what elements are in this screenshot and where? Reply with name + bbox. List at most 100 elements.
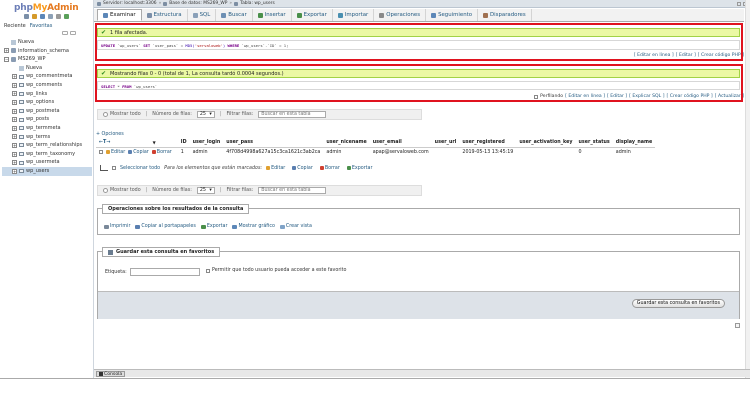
display-chart-link[interactable]: Mostrar gráfico <box>232 224 275 229</box>
logout-icon[interactable] <box>32 14 37 19</box>
profiling-toggle[interactable]: Perfilando <box>534 94 563 99</box>
bulk-delete-button[interactable]: Borrar <box>319 166 340 171</box>
tab-seguimiento[interactable]: Seguimiento <box>426 9 479 21</box>
expand-icon[interactable]: + <box>12 125 17 131</box>
edit-link[interactable]: [ Editar ] <box>676 53 696 58</box>
bulk-copy-button[interactable]: Copiar <box>292 166 313 171</box>
tree-item[interactable]: + wp_termmeta <box>2 124 92 133</box>
bulk-export-button[interactable]: Exportar <box>346 166 372 171</box>
inline-edit-link[interactable]: [ Editar en línea ] <box>565 94 605 99</box>
expand-icon[interactable]: + <box>12 108 17 114</box>
row-editar-button[interactable]: Editar <box>106 150 125 155</box>
tree-item[interactable]: + wp_links <box>2 90 92 99</box>
rows-select[interactable]: 25 ▾ <box>196 111 215 118</box>
tab-operaciones[interactable]: Operaciones <box>374 9 427 21</box>
tree-item[interactable]: + wp_posts <box>2 115 92 124</box>
tab-sql[interactable]: SQL <box>188 9 217 21</box>
show-all-checkbox[interactable] <box>103 112 108 117</box>
cell-user-email[interactable]: apap@servaloweb.com <box>369 147 432 158</box>
cell-user-status[interactable]: 0 <box>575 147 613 158</box>
expand-icon[interactable]: + <box>12 151 17 157</box>
expand-icon[interactable]: + <box>12 160 17 166</box>
inline-edit-link[interactable]: [ Editar en línea ] <box>634 53 674 58</box>
phpmyadmin-logo[interactable]: phpMyAdmin <box>14 3 79 13</box>
expand-icon[interactable]: + <box>12 91 17 97</box>
help-icon[interactable] <box>40 14 45 19</box>
expand-icon[interactable]: − <box>4 56 9 62</box>
nav-tab-recent[interactable]: Reciente <box>4 23 26 29</box>
tree-item[interactable]: + wp_terms <box>2 133 92 142</box>
tree-item[interactable]: Nueva <box>2 64 92 73</box>
column-header-user-pass[interactable]: user_pass <box>223 138 324 148</box>
home-icon[interactable] <box>24 14 29 19</box>
tree-item[interactable]: + wp_commentmeta <box>2 72 92 81</box>
expand-icon[interactable]: + <box>12 99 17 105</box>
breadcrumb-table[interactable]: Tabla: wp_users <box>240 1 275 6</box>
select-all-label[interactable]: Seleccionar todo <box>120 166 160 171</box>
expand-icon[interactable]: + <box>4 48 9 54</box>
bookmark-shared-checkbox[interactable] <box>206 268 210 273</box>
bookmark-shared-toggle[interactable]: Permitir que todo usuario pueda acceder … <box>206 268 346 273</box>
show-all-toggle[interactable]: Mostrar todo <box>103 112 141 117</box>
save-bookmark-button[interactable]: Guardar esta consulta en favoritos <box>631 299 725 308</box>
tree-item[interactable]: + wp_users <box>2 166 92 176</box>
profiling-checkbox[interactable] <box>534 94 539 99</box>
tree-item[interactable]: + wp_postmeta <box>2 107 92 116</box>
column-header-user-nicename[interactable]: user_nicename <box>323 138 370 148</box>
row-borrar-button[interactable]: Borrar <box>151 150 172 155</box>
column-header-user-login[interactable]: user_login <box>189 138 224 148</box>
cell-display-name[interactable]: admin <box>612 147 656 158</box>
breadcrumb-database[interactable]: Base de datos: MS269_WP <box>169 1 227 6</box>
options-link[interactable]: + Opciones <box>96 132 124 137</box>
rows-select[interactable]: 25 ▾ <box>196 187 215 194</box>
cell-id[interactable]: 1 <box>177 147 190 158</box>
tab-estructura[interactable]: Estructura <box>142 9 188 21</box>
create-php-link[interactable]: [ Crear código PHP ] <box>698 53 744 58</box>
cell-user-nicename[interactable]: admin <box>323 147 370 158</box>
bookmark-label-input[interactable] <box>130 268 200 276</box>
row-checkbox[interactable] <box>99 150 103 154</box>
collapse-all-icon[interactable] <box>62 31 68 35</box>
show-all-checkbox[interactable] <box>103 188 108 193</box>
create-php-link[interactable]: [ Crear código PHP ] <box>667 94 713 99</box>
tab-buscar[interactable]: Buscar <box>216 9 253 21</box>
column-arrows[interactable]: ←T→ <box>96 138 150 148</box>
page-scrollbar[interactable] <box>745 0 750 378</box>
select-all-checkbox[interactable] <box>112 166 116 170</box>
console-button[interactable]: Consola <box>96 371 126 377</box>
tree-item[interactable]: + wp_usermeta <box>2 158 92 167</box>
reload-icon[interactable] <box>64 14 69 19</box>
column-header-user-email[interactable]: user_email <box>369 138 432 148</box>
link-icon[interactable] <box>70 31 76 35</box>
row-copiar-button[interactable]: Copiar <box>128 150 149 155</box>
show-all-toggle[interactable]: Mostrar todo <box>103 188 141 193</box>
tree-item[interactable]: + wp_comments <box>2 81 92 90</box>
breadcrumb-server[interactable]: Servidor: localhost:3306 <box>103 1 157 6</box>
column-header-display-name[interactable]: display_name <box>612 138 656 148</box>
filter-input[interactable]: Buscar en esta tabla <box>258 111 327 118</box>
explain-sql-link[interactable]: [ Explicar SQL ] <box>629 94 664 99</box>
column-header-id[interactable]: ID <box>177 138 190 148</box>
expand-icon[interactable]: + <box>12 117 17 123</box>
print-link[interactable]: Imprimir <box>104 224 130 229</box>
bulk-edit-button[interactable]: Editar <box>266 166 285 171</box>
tab-exportar[interactable]: Exportar <box>292 9 333 21</box>
refresh-link[interactable]: [ Actualizar ] <box>715 94 744 99</box>
nav-tab-favorites[interactable]: Favoritas <box>30 23 53 29</box>
edit-link[interactable]: [ Editar ] <box>607 94 627 99</box>
tree-item[interactable]: + information_schema <box>2 47 92 56</box>
sort-icon[interactable]: ▼ <box>149 138 178 148</box>
column-header-user-registered[interactable]: user_registered <box>459 138 517 148</box>
tree-item[interactable]: Nueva <box>2 38 92 47</box>
column-header-user-url[interactable]: user_url <box>431 138 460 148</box>
settings-icon[interactable] <box>56 14 61 19</box>
expand-icon[interactable]: + <box>12 134 17 140</box>
select-sql-query[interactable]: SELECT * FROM `wp_users` <box>97 81 740 90</box>
create-view-link[interactable]: Crear vista <box>279 224 312 229</box>
tab-insertar[interactable]: Insertar <box>253 9 292 21</box>
expand-icon[interactable]: + <box>12 142 17 148</box>
docs-icon[interactable] <box>48 14 53 19</box>
tree-item[interactable]: + wp_term_taxonomy <box>2 150 92 159</box>
cell-user-login[interactable]: admin <box>189 147 224 158</box>
cell-user-pass[interactable]: 4f708d4998a627a15c3ca1621c3ab2ca <box>223 147 324 158</box>
